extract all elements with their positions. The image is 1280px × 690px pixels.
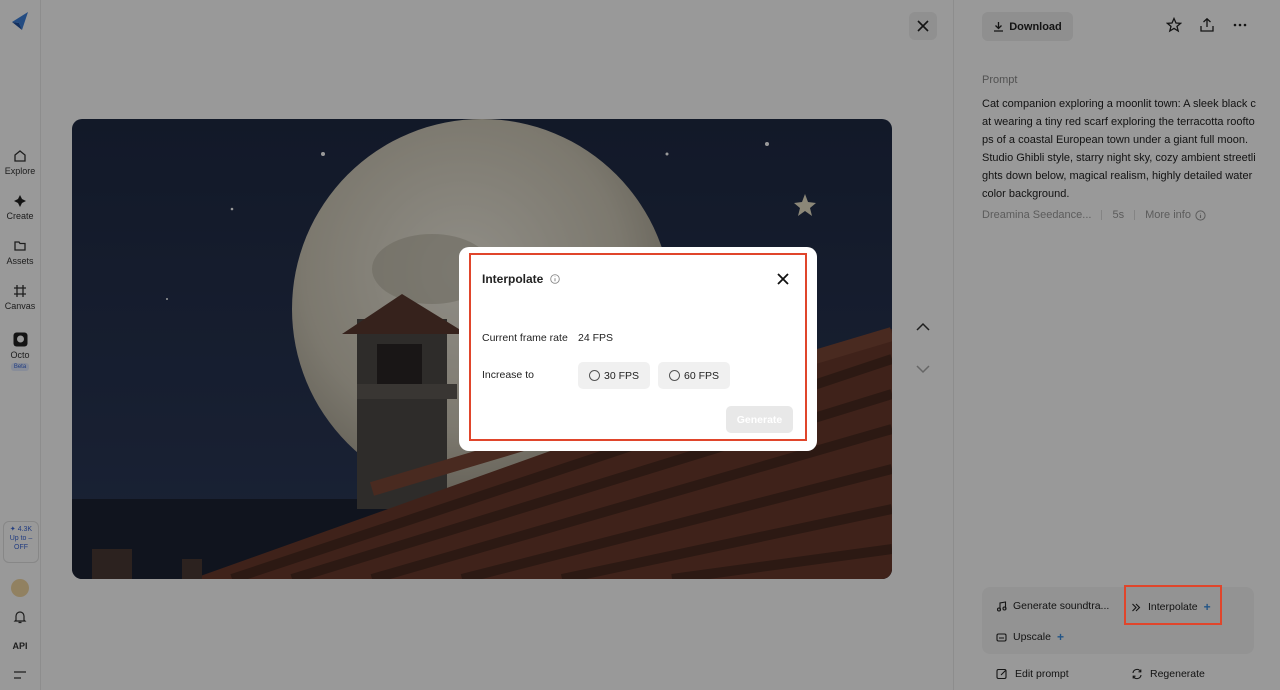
fps-option-30-label: 30 FPS: [603, 369, 640, 382]
dialog-title: Interpolate: [482, 272, 561, 286]
generate-button[interactable]: Generate: [726, 406, 793, 433]
radio-icon: [588, 370, 600, 381]
fps-option-60-label: 60 FPS: [683, 369, 720, 382]
radio-icon: [668, 370, 680, 381]
close-dialog-icon[interactable]: [777, 273, 789, 285]
dialog-title-text: Interpolate: [482, 272, 544, 286]
interpolate-dialog: Interpolate Current frame rate 24 FPS In…: [459, 247, 817, 451]
increase-to-label: Increase to: [482, 369, 534, 381]
current-frame-rate-label: Current frame rate: [482, 332, 568, 344]
fps-option-30[interactable]: 30 FPS: [578, 362, 650, 389]
interpolate-highlight-box: [1124, 585, 1222, 625]
info-icon[interactable]: [550, 274, 561, 284]
fps-option-60[interactable]: 60 FPS: [658, 362, 730, 389]
current-frame-rate-value: 24 FPS: [578, 332, 614, 344]
